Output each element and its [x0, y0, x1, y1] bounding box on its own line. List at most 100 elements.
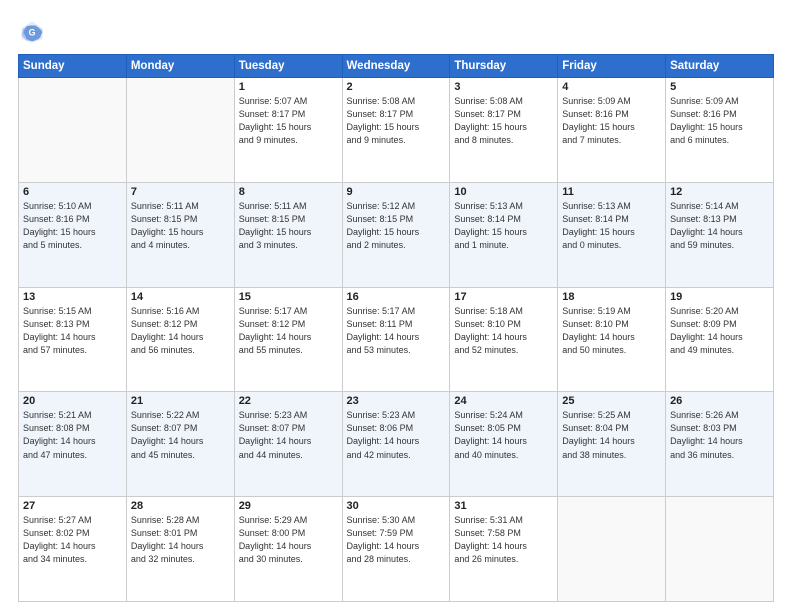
day-info: Sunrise: 5:10 AM Sunset: 8:16 PM Dayligh… — [23, 200, 122, 252]
day-info: Sunrise: 5:20 AM Sunset: 8:09 PM Dayligh… — [670, 305, 769, 357]
calendar-cell: 9Sunrise: 5:12 AM Sunset: 8:15 PM Daylig… — [342, 182, 450, 287]
day-number: 25 — [562, 395, 661, 407]
calendar-cell — [126, 78, 234, 183]
day-number: 6 — [23, 186, 122, 198]
calendar-cell — [666, 497, 774, 602]
day-number: 13 — [23, 291, 122, 303]
day-info: Sunrise: 5:13 AM Sunset: 8:14 PM Dayligh… — [562, 200, 661, 252]
page: G SundayMondayTuesdayWednesdayThursdayFr… — [0, 0, 792, 612]
day-info: Sunrise: 5:16 AM Sunset: 8:12 PM Dayligh… — [131, 305, 230, 357]
logo: G — [18, 18, 50, 46]
day-info: Sunrise: 5:08 AM Sunset: 8:17 PM Dayligh… — [454, 95, 553, 147]
day-number: 31 — [454, 500, 553, 512]
calendar-cell: 14 Sunrise: 5:16 AM Sunset: 8:12 PM Dayli… — [126, 287, 234, 392]
day-info: Sunrise: 5:31 AM Sunset: 7:58 PM Dayligh… — [454, 514, 553, 566]
calendar-week-5: 27 Sunrise: 5:27 AM Sunset: 8:02 PM Dayli… — [19, 497, 774, 602]
day-number: 2 — [347, 81, 446, 93]
calendar-week-4: 20 Sunrise: 5:21 AM Sunset: 8:08 PM Dayli… — [19, 392, 774, 497]
day-info: Sunrise: 5:28 AM Sunset: 8:01 PM Dayligh… — [131, 514, 230, 566]
calendar-cell: 5 Sunrise: 5:09 AM Sunset: 8:16 PM Daylig… — [666, 78, 774, 183]
calendar-cell: 27 Sunrise: 5:27 AM Sunset: 8:02 PM Dayli… — [19, 497, 127, 602]
calendar-cell: 19 Sunrise: 5:20 AM Sunset: 8:09 PM Dayli… — [666, 287, 774, 392]
day-number: 5 — [670, 81, 769, 93]
weekday-header-saturday: Saturday — [666, 55, 774, 78]
day-info: Sunrise: 5:23 AM Sunset: 8:06 PM Dayligh… — [347, 409, 446, 461]
day-info: Sunrise: 5:11 AM Sunset: 8:15 PM Dayligh… — [239, 200, 338, 252]
weekday-header-friday: Friday — [558, 55, 666, 78]
day-number: 19 — [670, 291, 769, 303]
calendar-table: SundayMondayTuesdayWednesdayThursdayFrid… — [18, 54, 774, 602]
day-info: Sunrise: 5:27 AM Sunset: 8:02 PM Dayligh… — [23, 514, 122, 566]
calendar-cell — [558, 497, 666, 602]
day-number: 9 — [347, 186, 446, 198]
day-number: 21 — [131, 395, 230, 407]
day-number: 28 — [131, 500, 230, 512]
day-info: Sunrise: 5:19 AM Sunset: 8:10 PM Dayligh… — [562, 305, 661, 357]
day-number: 20 — [23, 395, 122, 407]
calendar-cell: 17Sunrise: 5:18 AM Sunset: 8:10 PM Dayli… — [450, 287, 558, 392]
calendar-cell: 4Sunrise: 5:09 AM Sunset: 8:16 PM Daylig… — [558, 78, 666, 183]
calendar-cell: 30Sunrise: 5:30 AM Sunset: 7:59 PM Dayli… — [342, 497, 450, 602]
calendar-cell: 1Sunrise: 5:07 AM Sunset: 8:17 PM Daylig… — [234, 78, 342, 183]
calendar-week-2: 6 Sunrise: 5:10 AM Sunset: 8:16 PM Daylig… — [19, 182, 774, 287]
day-info: Sunrise: 5:08 AM Sunset: 8:17 PM Dayligh… — [347, 95, 446, 147]
calendar-cell: 23 Sunrise: 5:23 AM Sunset: 8:06 PM Dayli… — [342, 392, 450, 497]
day-info: Sunrise: 5:29 AM Sunset: 8:00 PM Dayligh… — [239, 514, 338, 566]
logo-icon: G — [18, 18, 46, 46]
calendar-cell: 3Sunrise: 5:08 AM Sunset: 8:17 PM Daylig… — [450, 78, 558, 183]
calendar-cell: 7 Sunrise: 5:11 AM Sunset: 8:15 PM Daylig… — [126, 182, 234, 287]
calendar-cell: 29 Sunrise: 5:29 AM Sunset: 8:00 PM Dayli… — [234, 497, 342, 602]
day-number: 18 — [562, 291, 661, 303]
calendar-cell: 10Sunrise: 5:13 AM Sunset: 8:14 PM Dayli… — [450, 182, 558, 287]
day-number: 7 — [131, 186, 230, 198]
calendar-cell: 25 Sunrise: 5:25 AM Sunset: 8:04 PM Dayli… — [558, 392, 666, 497]
day-number: 27 — [23, 500, 122, 512]
day-number: 29 — [239, 500, 338, 512]
day-number: 14 — [131, 291, 230, 303]
day-info: Sunrise: 5:09 AM Sunset: 8:16 PM Dayligh… — [670, 95, 769, 147]
day-number: 26 — [670, 395, 769, 407]
day-number: 30 — [347, 500, 446, 512]
calendar-cell: 20 Sunrise: 5:21 AM Sunset: 8:08 PM Dayli… — [19, 392, 127, 497]
day-number: 16 — [347, 291, 446, 303]
day-number: 22 — [239, 395, 338, 407]
day-info: Sunrise: 5:11 AM Sunset: 8:15 PM Dayligh… — [131, 200, 230, 252]
weekday-header-sunday: Sunday — [19, 55, 127, 78]
weekday-header-thursday: Thursday — [450, 55, 558, 78]
day-info: Sunrise: 5:14 AM Sunset: 8:13 PM Dayligh… — [670, 200, 769, 252]
weekday-header-monday: Monday — [126, 55, 234, 78]
calendar-cell: 18 Sunrise: 5:19 AM Sunset: 8:10 PM Dayli… — [558, 287, 666, 392]
weekday-header-row: SundayMondayTuesdayWednesdayThursdayFrid… — [19, 55, 774, 78]
calendar-cell: 15Sunrise: 5:17 AM Sunset: 8:12 PM Dayli… — [234, 287, 342, 392]
calendar-cell: 24Sunrise: 5:24 AM Sunset: 8:05 PM Dayli… — [450, 392, 558, 497]
day-number: 8 — [239, 186, 338, 198]
calendar-cell — [19, 78, 127, 183]
day-number: 23 — [347, 395, 446, 407]
day-info: Sunrise: 5:17 AM Sunset: 8:11 PM Dayligh… — [347, 305, 446, 357]
calendar-week-1: 1Sunrise: 5:07 AM Sunset: 8:17 PM Daylig… — [19, 78, 774, 183]
calendar-week-3: 13 Sunrise: 5:15 AM Sunset: 8:13 PM Dayli… — [19, 287, 774, 392]
day-info: Sunrise: 5:17 AM Sunset: 8:12 PM Dayligh… — [239, 305, 338, 357]
day-number: 12 — [670, 186, 769, 198]
day-number: 17 — [454, 291, 553, 303]
calendar-cell: 26Sunrise: 5:26 AM Sunset: 8:03 PM Dayli… — [666, 392, 774, 497]
day-info: Sunrise: 5:09 AM Sunset: 8:16 PM Dayligh… — [562, 95, 661, 147]
calendar-cell: 22Sunrise: 5:23 AM Sunset: 8:07 PM Dayli… — [234, 392, 342, 497]
calendar-cell: 8 Sunrise: 5:11 AM Sunset: 8:15 PM Daylig… — [234, 182, 342, 287]
header: G — [18, 18, 774, 46]
calendar-cell: 31 Sunrise: 5:31 AM Sunset: 7:58 PM Dayli… — [450, 497, 558, 602]
calendar-cell: 13 Sunrise: 5:15 AM Sunset: 8:13 PM Dayli… — [19, 287, 127, 392]
day-info: Sunrise: 5:13 AM Sunset: 8:14 PM Dayligh… — [454, 200, 553, 252]
calendar-cell: 6 Sunrise: 5:10 AM Sunset: 8:16 PM Daylig… — [19, 182, 127, 287]
day-info: Sunrise: 5:25 AM Sunset: 8:04 PM Dayligh… — [562, 409, 661, 461]
day-info: Sunrise: 5:22 AM Sunset: 8:07 PM Dayligh… — [131, 409, 230, 461]
svg-text:G: G — [29, 28, 36, 38]
day-number: 24 — [454, 395, 553, 407]
calendar-cell: 16 Sunrise: 5:17 AM Sunset: 8:11 PM Dayli… — [342, 287, 450, 392]
day-info: Sunrise: 5:07 AM Sunset: 8:17 PM Dayligh… — [239, 95, 338, 147]
calendar-cell: 11Sunrise: 5:13 AM Sunset: 8:14 PM Dayli… — [558, 182, 666, 287]
weekday-header-tuesday: Tuesday — [234, 55, 342, 78]
day-info: Sunrise: 5:15 AM Sunset: 8:13 PM Dayligh… — [23, 305, 122, 357]
calendar-cell: 28 Sunrise: 5:28 AM Sunset: 8:01 PM Dayli… — [126, 497, 234, 602]
day-info: Sunrise: 5:21 AM Sunset: 8:08 PM Dayligh… — [23, 409, 122, 461]
